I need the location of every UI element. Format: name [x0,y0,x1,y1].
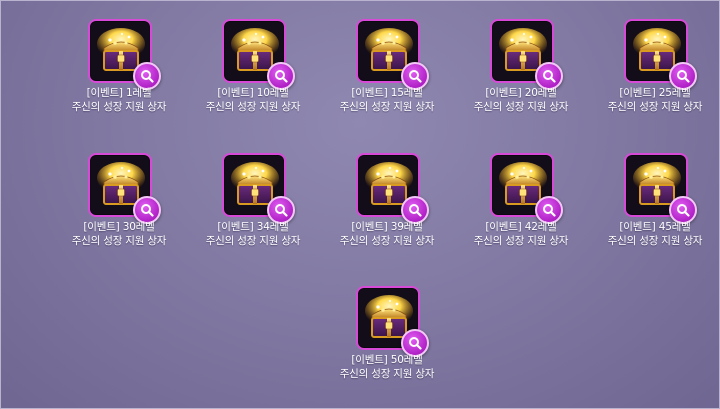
reward-item: [이벤트] 39레벨 주신의 성장 지원 상자 [320,153,454,273]
reward-panel: [이벤트] 1레벨 주신의 성장 지원 상자 [이벤트] 10레벨 주신의 성장… [0,0,720,409]
magnifier-icon [677,70,690,83]
reward-item: [이벤트] 34레벨 주신의 성장 지원 상자 [186,153,320,273]
reward-tag: [이벤트] [619,87,656,99]
magnifier-icon [677,204,690,217]
magnifier-icon [275,204,288,217]
reward-label: [이벤트] 1레벨 주신의 성장 지원 상자 [52,86,186,114]
reward-name: 주신의 성장 지원 상자 [205,235,301,247]
reward-name: 주신의 성장 지원 상자 [473,101,569,113]
reward-item: [이벤트] 30레벨 주신의 성장 지원 상자 [52,153,186,273]
reward-level: 45레벨 [658,221,691,233]
reward-item: [이벤트] 1레벨 주신의 성장 지원 상자 [52,19,186,139]
reward-item: [이벤트] 10레벨 주신의 성장 지원 상자 [186,19,320,139]
reward-level: 42레벨 [524,221,557,233]
reward-item: [이벤트] 20레벨 주신의 성장 지원 상자 [454,19,588,139]
reward-tag-level: [이벤트] 39레벨 [320,220,454,234]
reward-label: [이벤트] 15레벨 주신의 성장 지원 상자 [320,86,454,114]
reward-name: 주신의 성장 지원 상자 [607,235,703,247]
reward-tag-level: [이벤트] 10레벨 [186,86,320,100]
reward-level: 15레벨 [390,87,423,99]
reward-grid: [이벤트] 1레벨 주신의 성장 지원 상자 [이벤트] 10레벨 주신의 성장… [1,1,719,408]
magnifier-icon [409,70,422,83]
magnifier-icon [409,337,422,350]
reward-tag-level: [이벤트] 34레벨 [186,220,320,234]
reward-tag-level: [이벤트] 1레벨 [52,86,186,100]
reward-item: [이벤트] 45레벨 주신의 성장 지원 상자 [588,153,719,273]
magnifier-icon [543,204,556,217]
reward-name: 주신의 성장 지원 상자 [205,101,301,113]
reward-level: 30레벨 [122,221,155,233]
reward-tag-level: [이벤트] 15레벨 [320,86,454,100]
reward-label: [이벤트] 25레벨 주신의 성장 지원 상자 [588,86,719,114]
reward-tag: [이벤트] [351,221,388,233]
reward-tag: [이벤트] [485,221,522,233]
reward-item: [이벤트] 50레벨 주신의 성장 지원 상자 [320,286,454,406]
reward-label: [이벤트] 10레벨 주신의 성장 지원 상자 [186,86,320,114]
reward-tag-level: [이벤트] 25레벨 [588,86,719,100]
magnifier-icon [141,70,154,83]
reward-tag-level: [이벤트] 20레벨 [454,86,588,100]
reward-tag: [이벤트] [351,87,388,99]
reward-level: 34레벨 [256,221,289,233]
reward-label: [이벤트] 30레벨 주신의 성장 지원 상자 [52,220,186,248]
reward-level: 20레벨 [524,87,557,99]
reward-item: [이벤트] 25레벨 주신의 성장 지원 상자 [588,19,719,139]
reward-name: 주신의 성장 지원 상자 [71,235,167,247]
magnifier-icon [543,70,556,83]
reward-name: 주신의 성장 지원 상자 [339,101,435,113]
magnifier-icon [275,70,288,83]
reward-label: [이벤트] 45레벨 주신의 성장 지원 상자 [588,220,719,248]
reward-name: 주신의 성장 지원 상자 [71,101,167,113]
reward-tag: [이벤트] [485,87,522,99]
reward-level: 50레벨 [390,354,423,366]
reward-tag: [이벤트] [217,221,254,233]
reward-label: [이벤트] 34레벨 주신의 성장 지원 상자 [186,220,320,248]
reward-level: 25레벨 [658,87,691,99]
magnifier-icon [141,204,154,217]
reward-tag: [이벤트] [619,221,656,233]
reward-name: 주신의 성장 지원 상자 [339,235,435,247]
reward-name: 주신의 성장 지원 상자 [473,235,569,247]
reward-label: [이벤트] 42레벨 주신의 성장 지원 상자 [454,220,588,248]
reward-item: [이벤트] 42레벨 주신의 성장 지원 상자 [454,153,588,273]
reward-label: [이벤트] 50레벨 주신의 성장 지원 상자 [320,353,454,381]
magnifier-icon [409,204,422,217]
reward-tag-level: [이벤트] 50레벨 [320,353,454,367]
reward-tag: [이벤트] [217,87,254,99]
reward-tag-level: [이벤트] 45레벨 [588,220,719,234]
reward-level: 1레벨 [125,87,152,99]
reward-name: 주신의 성장 지원 상자 [607,101,703,113]
reward-label: [이벤트] 39레벨 주신의 성장 지원 상자 [320,220,454,248]
reward-tag: [이벤트] [351,354,388,366]
reward-name: 주신의 성장 지원 상자 [339,368,435,380]
reward-item: [이벤트] 15레벨 주신의 성장 지원 상자 [320,19,454,139]
reward-level: 39레벨 [390,221,423,233]
reward-level: 10레벨 [256,87,289,99]
reward-tag: [이벤트] [86,87,123,99]
reward-label: [이벤트] 20레벨 주신의 성장 지원 상자 [454,86,588,114]
reward-tag-level: [이벤트] 42레벨 [454,220,588,234]
reward-tag-level: [이벤트] 30레벨 [52,220,186,234]
reward-tag: [이벤트] [83,221,120,233]
